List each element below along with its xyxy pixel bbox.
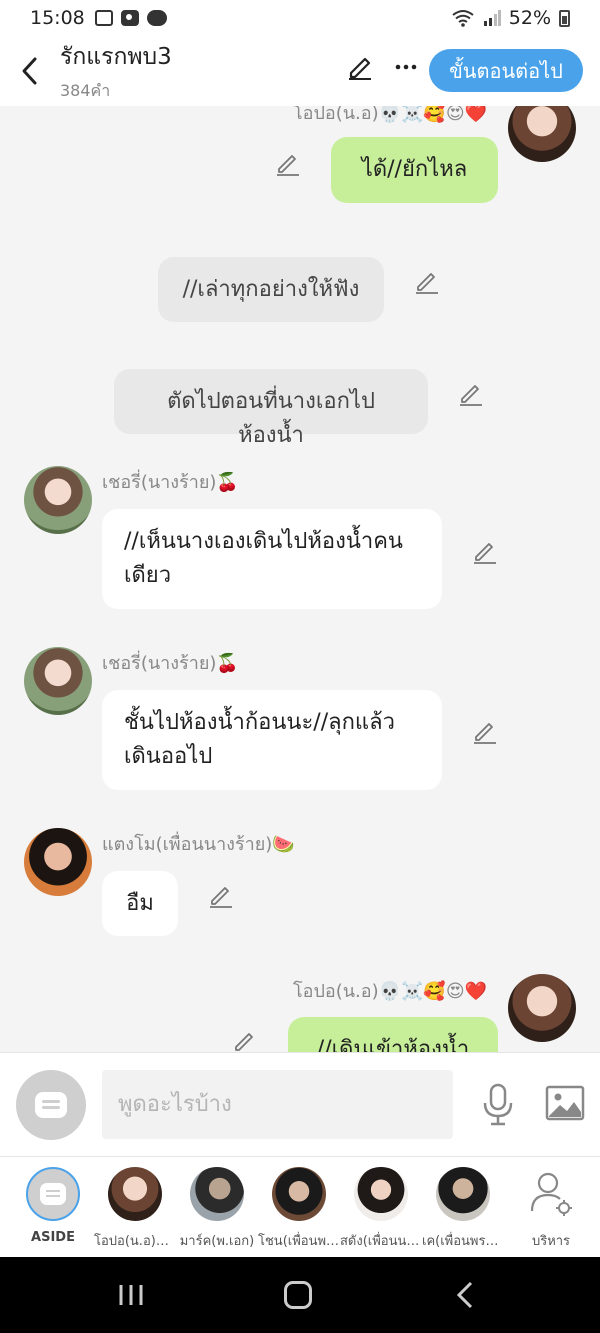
message-bubble[interactable]: //เดินเข้าห้องน้ำ — [288, 1017, 498, 1052]
sender-name: โอปอ(น.อ)💀☠️🥰😍❤️ — [293, 106, 488, 124]
notification-icons — [94, 10, 167, 26]
chat-header: รักแรกพบ3 384คำ ขั้นตอนต่อไป — [0, 36, 600, 106]
character-item[interactable]: สดัง(เพื่อนนางเอก) — [340, 1167, 422, 1251]
home-icon[interactable] — [284, 1281, 312, 1309]
aside-avatar — [26, 1167, 80, 1221]
system-nav-bar — [0, 1257, 600, 1333]
avatar[interactable] — [24, 828, 92, 896]
pencil-icon[interactable] — [472, 718, 498, 744]
chat-bubble-icon — [40, 1183, 66, 1205]
character-item[interactable]: มาร์ค(พ.เอก) — [176, 1167, 258, 1251]
header-actions — [346, 52, 420, 80]
title-group: รักแรกพบ3 384คำ — [60, 39, 172, 104]
story-title: รักแรกพบ3 — [60, 43, 172, 70]
character-label: ASIDE — [31, 1230, 75, 1245]
sender-name: โอปอ(น.อ)💀☠️🥰😍❤️ — [293, 981, 488, 1002]
sender-name: เชอรี่(นางร้าย)🍒 — [102, 653, 239, 674]
app-root: 15:08 52% รักแรกพบ3 384คำ ขั้นตอนต่อไป โ… — [0, 0, 600, 1333]
avatar — [354, 1167, 408, 1221]
avatar[interactable] — [508, 974, 576, 1042]
pencil-icon[interactable] — [458, 380, 484, 406]
pencil-icon[interactable] — [414, 268, 440, 294]
input-bar — [0, 1052, 600, 1156]
word-count: 384คำ — [60, 80, 111, 100]
image-icon[interactable] — [545, 1085, 585, 1121]
line-app-icon — [146, 10, 167, 26]
avatar — [272, 1167, 326, 1221]
avatar — [436, 1167, 490, 1221]
message-bubble[interactable]: ชั้นไปห้องน้ำก้อนนะ//ลุกแล้วเดินออไป — [102, 690, 442, 790]
character-item[interactable]: โชน(เพื่อนพระเอก) — [258, 1167, 340, 1251]
recent-apps-icon[interactable] — [118, 1283, 144, 1307]
pencil-icon[interactable] — [472, 538, 498, 564]
avatar — [190, 1167, 244, 1221]
avatar — [108, 1167, 162, 1221]
status-right: 52% — [451, 7, 570, 29]
pencil-icon[interactable] — [208, 882, 234, 908]
next-step-button[interactable]: ขั้นตอนต่อไป — [429, 49, 583, 92]
sender-name: เชอรี่(นางร้าย)🍒 — [102, 472, 239, 493]
character-label: มาร์ค(พ.เอก) — [179, 1234, 255, 1249]
camera-icon — [120, 10, 139, 26]
character-label: โอปอ(น.อ)💀☠️ — [94, 1234, 176, 1249]
message-bubble[interactable]: //เห็นนางเองเดินไปห้องน้ำคนเดียว — [102, 509, 442, 609]
status-bar: 15:08 52% — [0, 0, 600, 36]
avatar[interactable] — [24, 466, 92, 534]
message-bubble[interactable]: ได้//ยักไหล — [331, 137, 498, 203]
message-input[interactable] — [102, 1070, 453, 1139]
signal-icon — [483, 10, 501, 26]
message-bubble[interactable]: อืม — [102, 871, 178, 936]
sender-name: แตงโม(เพื่อนนางร้าย)🍉 — [102, 834, 295, 855]
chat-area[interactable]: โอปอ(น.อ)💀☠️🥰😍❤️ ได้//ยักไหล //เล่าทุกอย… — [0, 106, 600, 1052]
battery-icon — [559, 9, 570, 27]
wifi-icon — [452, 10, 474, 27]
user-settings-icon — [530, 1172, 572, 1216]
character-label: สดัง(เพื่อนนางเอก) — [340, 1234, 422, 1249]
character-item[interactable]: เค(เพื่อนพระเอก) — [422, 1167, 504, 1251]
chevron-left-icon — [22, 57, 37, 85]
avatar[interactable] — [24, 647, 92, 715]
chat-bubble-icon — [35, 1092, 67, 1118]
narration-bubble[interactable]: ตัดไปตอนที่นางเอกไปห้องน้ำ — [114, 369, 428, 448]
character-item[interactable]: โอปอ(น.อ)💀☠️ — [94, 1167, 176, 1251]
character-bar: ASIDE โอปอ(น.อ)💀☠️ มาร์ค(พ.เอก) โชน(เพื่… — [0, 1156, 600, 1257]
pencil-icon[interactable] — [346, 52, 374, 80]
character-label: บริหาร — [531, 1234, 571, 1249]
pencil-icon[interactable] — [275, 150, 301, 176]
gallery-icon — [94, 10, 113, 26]
battery-percent: 52% — [508, 7, 551, 29]
more-dots-icon[interactable] — [392, 52, 420, 80]
character-aside[interactable]: ASIDE — [12, 1167, 94, 1245]
character-label: โชน(เพื่อนพระเอก) — [258, 1234, 340, 1249]
chat-mode-button[interactable] — [16, 1070, 86, 1140]
character-label: เค(เพื่อนพระเอก) — [422, 1234, 504, 1249]
pencil-icon[interactable] — [232, 1028, 258, 1052]
back-button[interactable] — [0, 36, 60, 106]
microphone-icon[interactable] — [480, 1083, 516, 1127]
back-nav-icon[interactable] — [455, 1281, 475, 1309]
manage-characters-button[interactable]: บริหาร — [510, 1167, 592, 1251]
status-time: 15:08 — [30, 7, 85, 29]
avatar[interactable] — [508, 106, 576, 162]
narration-bubble[interactable]: //เล่าทุกอย่างให้ฟัง — [158, 257, 384, 322]
